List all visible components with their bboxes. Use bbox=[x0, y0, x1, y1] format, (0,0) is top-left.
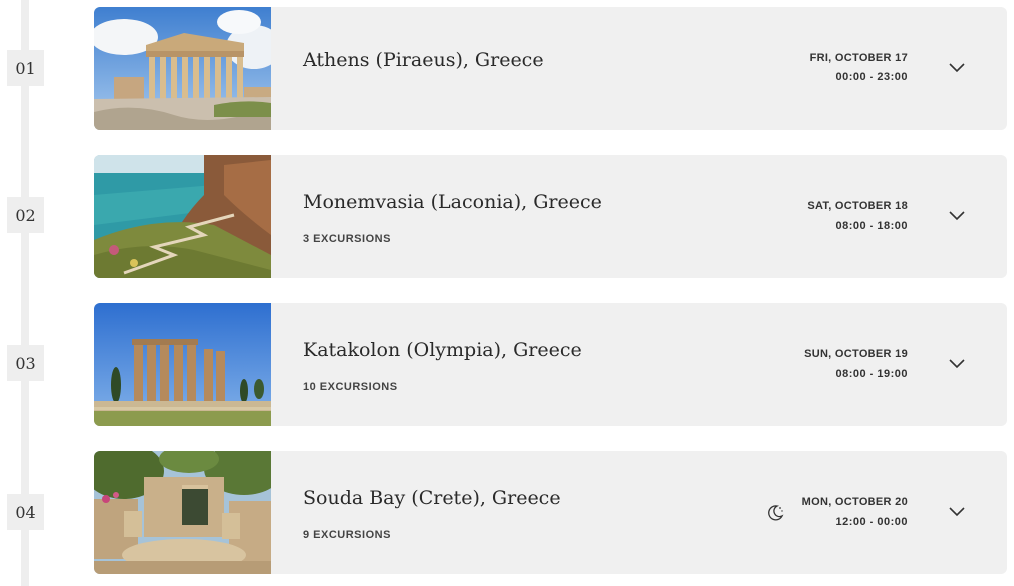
port-image-coastal-cliff bbox=[94, 155, 271, 278]
port-date: FRI, OCTOBER 17 bbox=[809, 52, 908, 64]
excursions-count[interactable]: 9 EXCURSIONS bbox=[303, 529, 391, 541]
port-date: SAT, OCTOBER 18 bbox=[807, 200, 908, 212]
port-image-temple-columns bbox=[94, 303, 271, 426]
day-number-badge: 04 bbox=[7, 494, 44, 530]
chevron-down-icon[interactable] bbox=[947, 58, 967, 78]
port-card-monemvasia[interactable]: Monemvasia (Laconia), Greece 3 EXCURSION… bbox=[94, 155, 1007, 278]
port-name: Katakolon (Olympia), Greece bbox=[303, 339, 582, 361]
port-name: Athens (Piraeus), Greece bbox=[303, 49, 544, 71]
excursions-count[interactable]: 10 EXCURSIONS bbox=[303, 381, 398, 393]
port-date: SUN, OCTOBER 19 bbox=[804, 348, 908, 360]
port-image-parthenon bbox=[94, 7, 271, 130]
port-card-athens[interactable]: Athens (Piraeus), Greece FRI, OCTOBER 17… bbox=[94, 7, 1007, 130]
port-name: Souda Bay (Crete), Greece bbox=[303, 487, 561, 509]
day-number-badge: 01 bbox=[7, 50, 44, 86]
chevron-down-icon[interactable] bbox=[947, 206, 967, 226]
chevron-down-icon[interactable] bbox=[947, 502, 967, 522]
day-number-badge: 02 bbox=[7, 197, 44, 233]
day-number-badge: 03 bbox=[7, 345, 44, 381]
port-time: 08:00 - 18:00 bbox=[835, 220, 908, 232]
port-card-katakolon[interactable]: Katakolon (Olympia), Greece 10 EXCURSION… bbox=[94, 303, 1007, 426]
port-time: 12:00 - 00:00 bbox=[835, 516, 908, 528]
port-time: 00:00 - 23:00 bbox=[835, 71, 908, 83]
port-time: 08:00 - 19:00 bbox=[835, 368, 908, 380]
excursions-count[interactable]: 3 EXCURSIONS bbox=[303, 233, 391, 245]
port-card-souda-bay[interactable]: Souda Bay (Crete), Greece 9 EXCURSIONS M… bbox=[94, 451, 1007, 574]
port-name: Monemvasia (Laconia), Greece bbox=[303, 191, 602, 213]
port-image-stone-ruins bbox=[94, 451, 271, 574]
chevron-down-icon[interactable] bbox=[947, 354, 967, 374]
moon-icon bbox=[766, 504, 784, 522]
port-date: MON, OCTOBER 20 bbox=[801, 496, 908, 508]
